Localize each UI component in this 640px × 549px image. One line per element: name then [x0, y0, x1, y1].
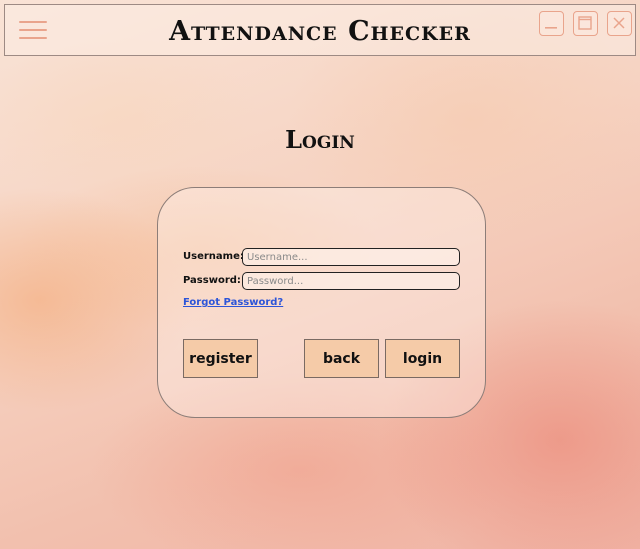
minimize-icon[interactable] — [539, 11, 564, 36]
password-label: Password: — [183, 275, 241, 286]
page-title: Login — [285, 125, 355, 154]
maximize-icon[interactable] — [573, 11, 598, 36]
back-button[interactable]: back — [304, 339, 379, 378]
login-button[interactable]: login — [385, 339, 460, 378]
close-icon[interactable] — [607, 11, 632, 36]
forgot-password-link[interactable]: Forgot Password? — [183, 297, 283, 308]
username-input[interactable] — [242, 248, 460, 266]
username-label: Username: — [183, 251, 244, 262]
title-bar: Attendance Checker — [4, 4, 636, 56]
password-input[interactable] — [242, 272, 460, 290]
register-button[interactable]: register — [183, 339, 258, 378]
login-card: Username: Password: Forgot Password? reg… — [157, 187, 486, 418]
